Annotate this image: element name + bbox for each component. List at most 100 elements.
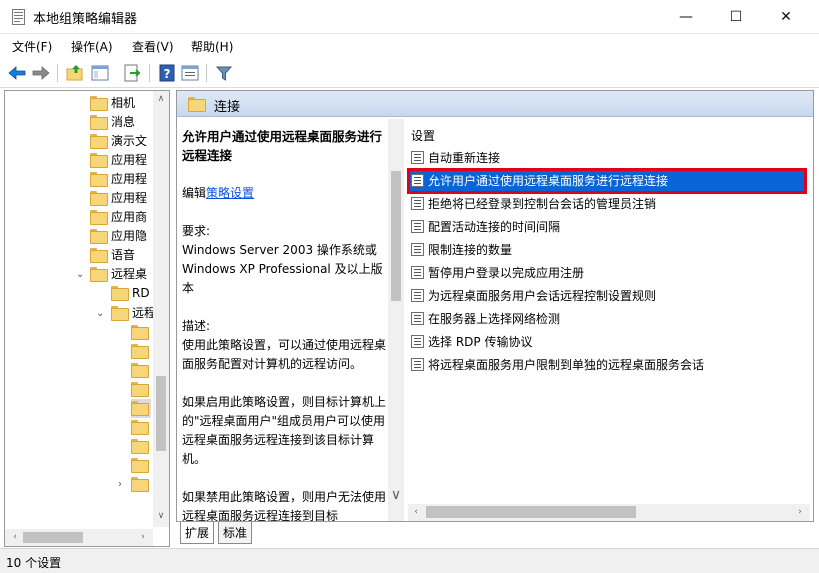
menu-bar: 文件(F) 操作(A) 查看(V) 帮助(H) xyxy=(0,35,819,57)
tree-item[interactable]: 应用商 xyxy=(90,208,147,227)
up-folder-icon[interactable] xyxy=(65,63,85,83)
tree-item[interactable]: 应用程 xyxy=(90,189,147,208)
menu-action[interactable]: 操作(A) xyxy=(71,38,113,55)
tree-item-connections-selected[interactable] xyxy=(131,399,151,418)
tree-item-remote-desktop[interactable]: 远程桌 xyxy=(90,265,147,284)
properties-icon[interactable] xyxy=(180,63,200,83)
menu-view[interactable]: 查看(V) xyxy=(132,38,174,55)
setting-row[interactable]: 暂停用户登录以完成应用注册 xyxy=(409,262,805,284)
folder-icon xyxy=(131,439,149,454)
tree-item[interactable]: 消息 xyxy=(90,113,135,132)
folder-icon xyxy=(131,382,149,397)
status-bar: 10 个设置 xyxy=(0,548,819,573)
tree-item[interactable] xyxy=(131,456,152,475)
close-button[interactable]: ✕ xyxy=(763,0,809,34)
tree-item[interactable]: 应用程 xyxy=(90,170,147,189)
tree-item[interactable]: 演示文 xyxy=(90,132,147,151)
minimize-button[interactable]: — xyxy=(663,0,709,34)
filter-icon[interactable] xyxy=(214,63,234,83)
tree-hscroll-thumb[interactable] xyxy=(23,532,83,543)
policy-setting-icon xyxy=(411,289,424,302)
setting-row[interactable]: 拒绝将已经登录到控制台会话的管理员注销 xyxy=(409,193,805,215)
description-text: 使用此策略设置，可以通过使用远程桌面服务配置对计算机的远程访问。 xyxy=(182,338,387,371)
menu-help[interactable]: 帮助(H) xyxy=(191,38,233,55)
setting-row[interactable]: 选择 RDP 传输协议 xyxy=(409,331,805,353)
status-text: 10 个设置 xyxy=(6,556,62,570)
edit-policy-link[interactable]: 策略设置 xyxy=(206,186,254,200)
scroll-left-icon[interactable]: ‹ xyxy=(7,532,23,542)
forward-icon[interactable] xyxy=(31,63,51,83)
scroll-right-icon[interactable]: › xyxy=(792,507,808,517)
scroll-left-icon[interactable]: ‹ xyxy=(408,507,424,517)
folder-icon xyxy=(90,210,108,225)
setting-row[interactable]: 在服务器上选择网络检测 xyxy=(409,308,805,330)
scroll-right-icon[interactable]: › xyxy=(135,532,151,542)
tree-item[interactable] xyxy=(131,342,152,361)
settings-column-header[interactable]: 设置 xyxy=(411,127,435,144)
folder-icon xyxy=(90,248,108,263)
tree-item[interactable] xyxy=(131,323,152,342)
tab-extended[interactable]: 扩展 xyxy=(180,522,215,544)
folder-icon xyxy=(131,363,149,378)
show-hide-tree-icon[interactable] xyxy=(90,63,110,83)
maximize-button[interactable]: ☐ xyxy=(713,0,759,34)
tree-item-remote-session-host[interactable]: 远程 xyxy=(111,304,156,323)
tree-item[interactable]: 相机 xyxy=(90,94,135,113)
chevron-down-icon[interactable]: ⌄ xyxy=(76,269,84,280)
scroll-down-icon[interactable]: ∨ xyxy=(153,511,169,521)
description-text: 如果禁用此策略设置，则用户无法使用远程桌面服务远程连接到目标 xyxy=(182,490,387,522)
scroll-down-icon[interactable]: ∨ xyxy=(388,487,404,503)
scroll-up-icon[interactable]: ∧ xyxy=(153,94,169,104)
tree-scroll-thumb[interactable] xyxy=(156,376,166,451)
tree-item[interactable]: 应用程 xyxy=(90,151,147,170)
tree-item[interactable]: RD xyxy=(111,284,150,303)
toolbar: ? xyxy=(0,58,819,88)
settings-panel: 连接 允许用户通过使用远程桌面服务进行远程连接 编辑策略设置 要求: Windo… xyxy=(176,90,814,522)
description-scrollbar[interactable]: ∨ xyxy=(388,119,404,521)
tree-item[interactable]: 应用隐 xyxy=(90,227,147,246)
export-list-icon[interactable] xyxy=(122,63,142,83)
folder-icon xyxy=(131,458,149,473)
toolbar-separator xyxy=(206,64,207,82)
folder-icon xyxy=(90,267,108,282)
tree-vertical-scrollbar[interactable]: ∧ ∨ xyxy=(153,91,169,527)
policy-setting-icon xyxy=(411,335,424,348)
folder-icon xyxy=(131,401,149,416)
chevron-down-icon[interactable]: ⌄ xyxy=(96,308,104,319)
policy-setting-icon xyxy=(411,151,424,164)
folder-icon xyxy=(131,477,149,492)
tree-item[interactable] xyxy=(131,418,152,437)
settings-horizontal-scrollbar[interactable]: ‹ › xyxy=(408,504,810,521)
setting-row[interactable]: 为远程桌面服务用户会话远程控制设置规则 xyxy=(409,285,805,307)
folder-icon xyxy=(90,134,108,149)
chevron-right-icon[interactable]: › xyxy=(118,479,122,490)
folder-icon xyxy=(90,172,108,187)
setting-row-selected[interactable]: 允许用户通过使用远程桌面服务进行远程连接 xyxy=(407,168,807,194)
tree-item[interactable] xyxy=(131,361,152,380)
edit-policy-line: 编辑策略设置 xyxy=(182,186,255,200)
setting-row[interactable]: 限制连接的数量 xyxy=(409,239,805,261)
tree-panel[interactable]: 相机 消息 演示文 应用程 应用程 应用程 应用商 应用隐 语音 ⌄ 远程桌 R… xyxy=(4,90,170,547)
folder-icon xyxy=(131,420,149,435)
setting-row[interactable]: 自动重新连接 xyxy=(409,147,805,169)
description-scroll-thumb[interactable] xyxy=(391,171,401,301)
settings-hscroll-thumb[interactable] xyxy=(426,506,636,518)
tree-item[interactable]: 语音 xyxy=(90,246,135,265)
view-tabs: 扩展 标准 xyxy=(178,522,478,546)
tree-item[interactable] xyxy=(131,437,152,456)
requirements-text: Windows Server 2003 操作系统或 Windows XP Pro… xyxy=(182,243,383,295)
tree-horizontal-scrollbar[interactable]: ‹ › xyxy=(5,529,153,546)
policy-editor-app-icon xyxy=(12,9,25,25)
folder-icon xyxy=(111,286,129,301)
setting-row[interactable]: 配置活动连接的时间间隔 xyxy=(409,216,805,238)
tree-item[interactable] xyxy=(131,380,152,399)
back-icon[interactable] xyxy=(7,63,27,83)
help-icon[interactable]: ? xyxy=(157,63,177,83)
setting-row[interactable]: 将远程桌面服务用户限制到单独的远程桌面服务会话 xyxy=(409,354,805,376)
svg-text:?: ? xyxy=(164,67,171,81)
tab-standard[interactable]: 标准 xyxy=(218,522,253,544)
description-text: 如果启用此策略设置，则目标计算机上的"远程桌面用户"组成员用户可以使用远程桌面服… xyxy=(182,395,387,466)
menu-file[interactable]: 文件(F) xyxy=(12,38,52,55)
tree-item[interactable] xyxy=(131,475,152,494)
folder-icon xyxy=(90,96,108,111)
